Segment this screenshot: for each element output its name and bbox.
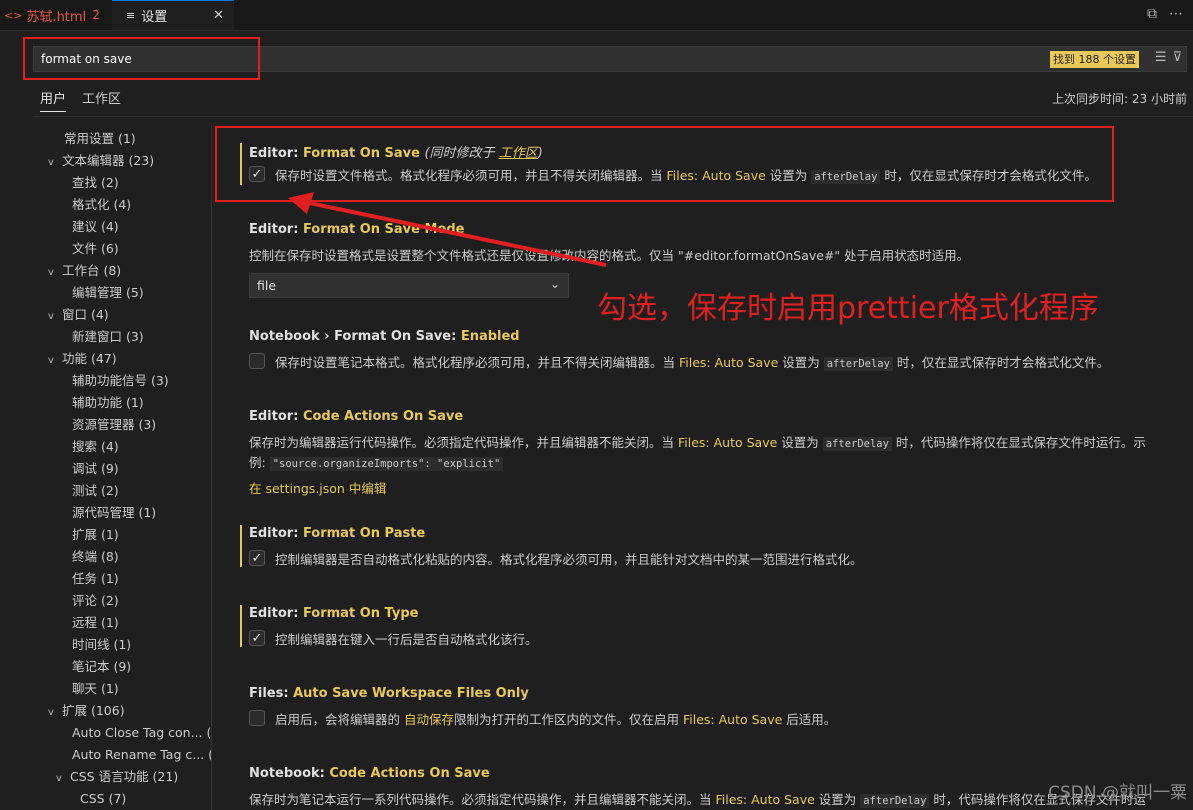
annotation-arrow <box>288 192 607 267</box>
arrow-head <box>288 192 314 214</box>
arrow-shaft <box>299 199 607 267</box>
annotation-text: 勾选，保存时启用prettier格式化程序 <box>597 291 1099 326</box>
watermark: CSDN @就叫一粟 <box>1048 783 1187 803</box>
